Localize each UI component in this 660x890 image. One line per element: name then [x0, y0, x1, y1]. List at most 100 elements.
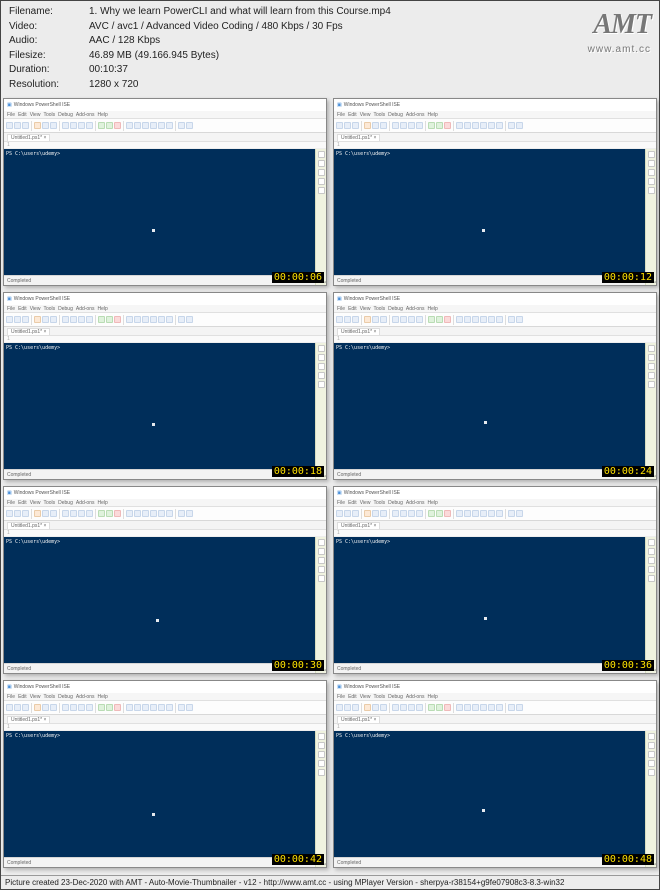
menu-item[interactable]: Add-ons — [406, 112, 425, 118]
toolbar-button[interactable] — [488, 122, 495, 129]
toolbar-button[interactable] — [364, 122, 371, 129]
toolbar-button[interactable] — [22, 316, 29, 323]
toolbar-button[interactable] — [400, 704, 407, 711]
toolbar-button[interactable] — [14, 122, 21, 129]
toolbar-button[interactable] — [178, 510, 185, 517]
toolbar-button[interactable] — [126, 510, 133, 517]
toolbar-button[interactable] — [488, 316, 495, 323]
editor-tab[interactable]: Untitled1.ps1* × — [7, 134, 50, 141]
menu-item[interactable]: Debug — [388, 694, 403, 700]
menu-item[interactable]: Tools — [43, 694, 55, 700]
toolbar-button[interactable] — [78, 510, 85, 517]
toolbar-button[interactable] — [134, 704, 141, 711]
toolbar-button[interactable] — [114, 316, 121, 323]
menu-item[interactable]: Help — [427, 112, 437, 118]
addon-button[interactable] — [648, 733, 655, 740]
toolbar-button[interactable] — [372, 122, 379, 129]
toolbar-button[interactable] — [98, 122, 105, 129]
toolbar-button[interactable] — [380, 122, 387, 129]
editor-tab[interactable]: Untitled1.ps1* × — [7, 716, 50, 723]
toolbar-button[interactable] — [86, 510, 93, 517]
toolbar-button[interactable] — [344, 704, 351, 711]
menu-item[interactable]: Help — [97, 112, 107, 118]
powershell-console[interactable]: PS C:\users\udemy> — [4, 537, 315, 673]
toolbar-button[interactable] — [178, 122, 185, 129]
menubar[interactable]: FileEditViewToolsDebugAdd-onsHelp — [334, 499, 656, 507]
addon-button[interactable] — [318, 769, 325, 776]
toolbar-button[interactable] — [456, 122, 463, 129]
menu-item[interactable]: Add-ons — [76, 306, 95, 312]
menu-item[interactable]: Debug — [388, 112, 403, 118]
addon-button[interactable] — [648, 169, 655, 176]
toolbar-button[interactable] — [336, 316, 343, 323]
toolbar-button[interactable] — [516, 316, 523, 323]
menu-item[interactable]: Edit — [348, 306, 357, 312]
toolbar-button[interactable] — [444, 122, 451, 129]
toolbar-button[interactable] — [50, 316, 57, 323]
toolbar-button[interactable] — [392, 510, 399, 517]
menu-item[interactable]: Debug — [58, 306, 73, 312]
toolbar-button[interactable] — [142, 510, 149, 517]
addon-button[interactable] — [318, 372, 325, 379]
addon-button[interactable] — [318, 363, 325, 370]
toolbar-button[interactable] — [508, 122, 515, 129]
toolbar-button[interactable] — [22, 704, 29, 711]
toolbar-button[interactable] — [178, 316, 185, 323]
toolbar-button[interactable] — [408, 122, 415, 129]
addon-button[interactable] — [648, 160, 655, 167]
toolbar-button[interactable] — [380, 510, 387, 517]
toolbar-button[interactable] — [436, 316, 443, 323]
addon-button[interactable] — [648, 372, 655, 379]
toolbar-button[interactable] — [62, 704, 69, 711]
toolbar-button[interactable] — [150, 510, 157, 517]
menu-item[interactable]: File — [337, 306, 345, 312]
toolbar-button[interactable] — [472, 510, 479, 517]
toolbar-button[interactable] — [400, 122, 407, 129]
menu-item[interactable]: Debug — [388, 500, 403, 506]
toolbar-button[interactable] — [14, 704, 21, 711]
menu-item[interactable]: Add-ons — [406, 694, 425, 700]
toolbar-button[interactable] — [372, 510, 379, 517]
toolbar-button[interactable] — [444, 316, 451, 323]
addon-button[interactable] — [318, 742, 325, 749]
menu-item[interactable]: Tools — [43, 112, 55, 118]
menu-item[interactable]: View — [30, 694, 41, 700]
close-tab-icon[interactable]: × — [42, 329, 46, 335]
toolbar-button[interactable] — [392, 122, 399, 129]
toolbar-button[interactable] — [428, 510, 435, 517]
editor-tab[interactable]: Untitled1.ps1* × — [7, 328, 50, 335]
toolbar-button[interactable] — [158, 704, 165, 711]
menu-item[interactable]: File — [7, 306, 15, 312]
toolbar-button[interactable] — [456, 316, 463, 323]
addon-button[interactable] — [318, 539, 325, 546]
menubar[interactable]: FileEditViewToolsDebugAdd-onsHelp — [334, 305, 656, 313]
toolbar-button[interactable] — [352, 704, 359, 711]
toolbar-button[interactable] — [86, 316, 93, 323]
toolbar-button[interactable] — [166, 122, 173, 129]
toolbar-button[interactable] — [464, 122, 471, 129]
menu-item[interactable]: Tools — [43, 500, 55, 506]
toolbar-button[interactable] — [42, 510, 49, 517]
menubar[interactable]: FileEditViewToolsDebugAdd-onsHelp — [334, 693, 656, 701]
toolbar-button[interactable] — [70, 510, 77, 517]
toolbar-button[interactable] — [42, 704, 49, 711]
addon-button[interactable] — [648, 381, 655, 388]
addon-button[interactable] — [648, 363, 655, 370]
toolbar-button[interactable] — [480, 510, 487, 517]
toolbar-button[interactable] — [114, 122, 121, 129]
toolbar-button[interactable] — [456, 510, 463, 517]
menu-item[interactable]: Help — [97, 694, 107, 700]
menu-item[interactable]: Add-ons — [406, 306, 425, 312]
toolbar-button[interactable] — [380, 704, 387, 711]
addon-button[interactable] — [648, 760, 655, 767]
menu-item[interactable]: Tools — [373, 112, 385, 118]
toolbar-button[interactable] — [22, 122, 29, 129]
editor-tab[interactable]: Untitled1.ps1* × — [337, 328, 380, 335]
toolbar-button[interactable] — [436, 510, 443, 517]
toolbar-button[interactable] — [42, 122, 49, 129]
menu-item[interactable]: Help — [97, 500, 107, 506]
menu-item[interactable]: Debug — [58, 500, 73, 506]
toolbar-button[interactable] — [62, 122, 69, 129]
addon-button[interactable] — [318, 160, 325, 167]
menu-item[interactable]: File — [337, 112, 345, 118]
